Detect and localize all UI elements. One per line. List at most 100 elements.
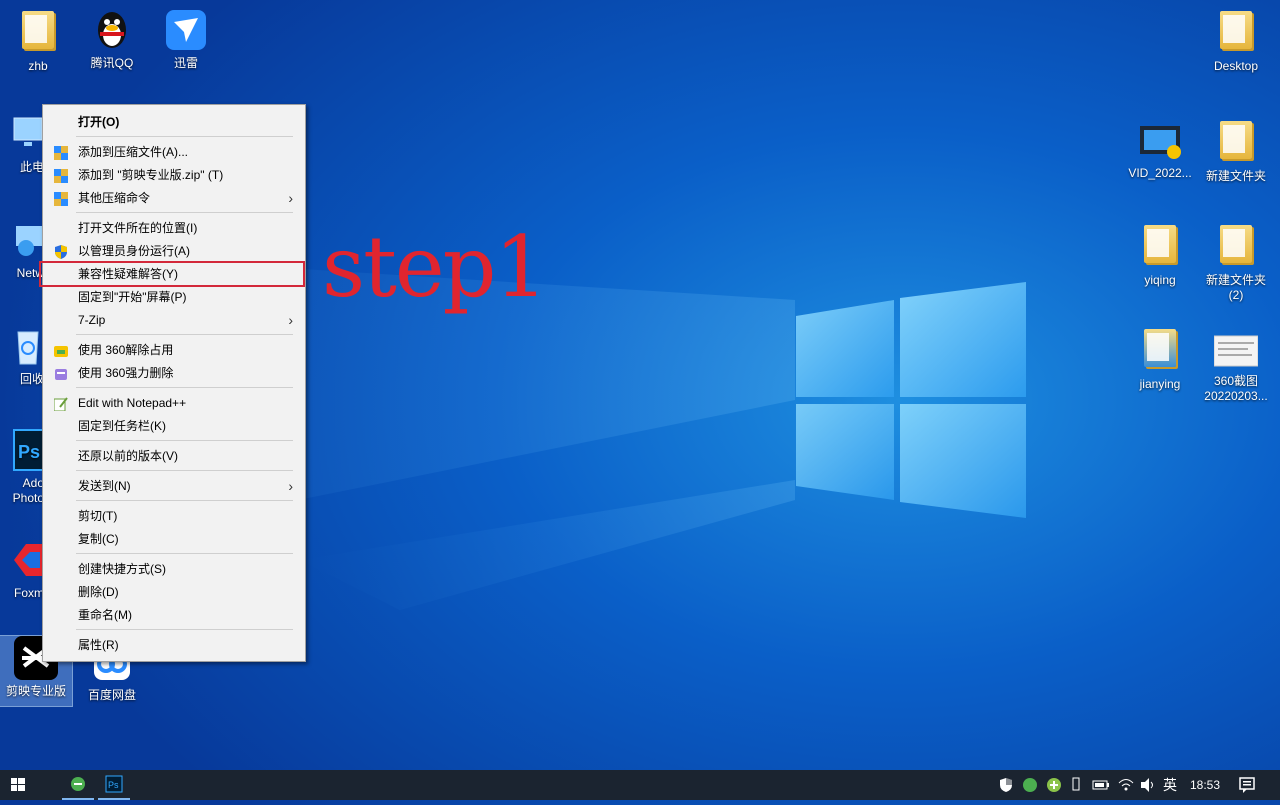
windows-start-icon <box>11 778 25 791</box>
action-center-button[interactable] <box>1232 770 1262 800</box>
menu-item-label: 以管理员身份运行(A) <box>78 244 190 258</box>
recycle-bin-icon <box>0 324 44 368</box>
notification-icon <box>1239 777 1255 793</box>
menu-item-label: 删除(D) <box>78 585 119 599</box>
desktop-icon-jianying-folder[interactable]: jianying <box>1122 326 1198 392</box>
folder-icon <box>1220 11 1252 49</box>
logo-pane-br <box>900 404 1026 518</box>
taskbar-360-browser[interactable] <box>62 770 94 800</box>
menu-item-label: Edit with Notepad++ <box>78 396 187 410</box>
desktop-icon-label: VID_2022... <box>1128 166 1192 180</box>
desktop-icon-label: Desktop <box>1213 59 1259 73</box>
menu-item-label: 添加到压缩文件(A)... <box>78 145 188 159</box>
menu-separator <box>76 334 293 335</box>
desktop-icon-label: jianying <box>1139 377 1181 391</box>
context-menu: 打开(O) 添加到压缩文件(A)... 添加到 "剪映专业版.zip" (T) … <box>39 104 306 662</box>
desktop-icon-qq[interactable]: 腾讯QQ <box>74 8 150 71</box>
menu-separator <box>76 553 293 554</box>
menu-item-rename[interactable]: 重命名(M) <box>45 604 303 626</box>
menu-item-notepad-plus[interactable]: Edit with Notepad++ <box>45 392 303 414</box>
menu-item-restore-versions[interactable]: 还原以前的版本(V) <box>45 445 303 467</box>
menu-item-label: 复制(C) <box>78 532 119 546</box>
desktop-icon-label: zhb <box>28 59 48 73</box>
menu-item-copy[interactable]: 复制(C) <box>45 528 303 550</box>
computer-icon <box>0 112 44 156</box>
xunlei-bird-icon <box>164 8 208 52</box>
menu-item-label: 7-Zip <box>78 313 106 327</box>
tray-clock[interactable]: 18:53 <box>1190 770 1220 800</box>
video-file-icon <box>1138 118 1182 162</box>
winrar-icon <box>54 191 68 206</box>
tray-wifi-icon[interactable] <box>1116 770 1136 800</box>
menu-item-send-to[interactable]: 发送到(N) › <box>45 475 303 497</box>
winrar-icon <box>54 168 68 183</box>
tray-360-guard-icon[interactable] <box>1044 770 1064 800</box>
menu-item-cut[interactable]: 剪切(T) <box>45 505 303 527</box>
folder-icon <box>1220 225 1252 263</box>
desktop-icon-label: Foxm <box>14 586 44 600</box>
desktop-icon-network[interactable]: Netw <box>0 218 44 281</box>
desktop-icon-label: 360截图 20220203... <box>1204 374 1268 403</box>
tray-security-icon[interactable] <box>996 770 1016 800</box>
desktop-icon-this-pc[interactable]: 此电 <box>0 112 44 175</box>
tray-ime-indicator[interactable]: 英 <box>1163 770 1177 800</box>
tray-usb-icon[interactable] <box>1068 770 1084 800</box>
menu-item-open-location[interactable]: 打开文件所在的位置(I) <box>45 217 303 239</box>
menu-item-other-compress[interactable]: 其他压缩命令 › <box>45 187 303 209</box>
start-button[interactable] <box>0 770 36 800</box>
taskbar: Ps 英 18:53 <box>0 770 1280 800</box>
desktop-icon-new-folder-2[interactable]: 新建文件夹 (2) <box>1198 222 1274 303</box>
desktop-icon-label: 新建文件夹 (2) <box>1205 273 1266 302</box>
tray-volume-icon[interactable] <box>1138 770 1158 800</box>
tray-battery-icon[interactable] <box>1090 770 1112 800</box>
desktop-icon-zhb[interactable]: zhb <box>0 8 76 74</box>
desktop-icon-foxmail[interactable]: Foxm <box>0 538 44 601</box>
desktop-icon-vid[interactable]: VID_2022... <box>1122 118 1198 181</box>
svg-text:Ps: Ps <box>108 780 119 790</box>
menu-item-pin-start[interactable]: 固定到"开始"屏幕(P) <box>45 286 303 308</box>
360-browser-icon <box>71 777 85 791</box>
menu-separator <box>76 387 293 388</box>
desktop-icon-360shot[interactable]: 360截图 20220203... <box>1198 326 1274 404</box>
menu-item-add-archive[interactable]: 添加到压缩文件(A)... <box>45 141 303 163</box>
desktop-icon-recycle[interactable]: 回收 <box>0 324 44 387</box>
menu-separator <box>76 136 293 137</box>
menu-item-delete[interactable]: 删除(D) <box>45 581 303 603</box>
desktop-icon-new-folder[interactable]: 新建文件夹 <box>1198 118 1274 184</box>
desktop-icon-label: 剪映专业版 <box>5 684 66 698</box>
desktop-icon-photoshop[interactable]: Ps Ado Photo <box>0 428 44 506</box>
winrar-icon <box>54 145 68 160</box>
menu-item-add-zip[interactable]: 添加到 "剪映专业版.zip" (T) <box>45 164 303 186</box>
menu-item-label: 固定到任务栏(K) <box>78 419 166 433</box>
menu-item-properties[interactable]: 属性(R) <box>45 634 303 656</box>
menu-item-label: 其他压缩命令 <box>78 191 151 205</box>
taskbar-photoshop[interactable]: Ps <box>98 770 130 800</box>
menu-item-label: 添加到 "剪映专业版.zip" (T) <box>78 168 224 182</box>
tray-360-icon[interactable] <box>1020 770 1040 800</box>
chevron-right-icon: › <box>288 312 293 328</box>
logo-pane-bl <box>796 404 894 500</box>
folder-icon <box>1144 225 1176 263</box>
annotation-step-label: step1 <box>322 218 548 316</box>
menu-item-run-as-admin[interactable]: 以管理员身份运行(A) <box>45 240 303 262</box>
desktop-icon-label: 此电 <box>19 160 44 174</box>
folder-icon <box>1220 121 1252 159</box>
menu-item-label: 打开(O) <box>78 115 120 129</box>
image-file-icon <box>1213 326 1259 370</box>
chevron-right-icon: › <box>288 478 293 494</box>
menu-item-7zip[interactable]: 7-Zip › <box>45 309 303 331</box>
desktop-icon-desktop[interactable]: Desktop <box>1198 8 1274 74</box>
menu-item-create-shortcut[interactable]: 创建快捷方式(S) <box>45 558 303 580</box>
desktop-icon-yiqing[interactable]: yiqing <box>1122 222 1198 288</box>
notepad-plus-icon <box>53 396 68 412</box>
menu-item-360-delete[interactable]: 使用 360强力删除 <box>45 362 303 384</box>
360-unlock-icon <box>54 343 68 357</box>
desktop-icon-label: 腾讯QQ <box>90 56 134 70</box>
photoshop-icon: Ps <box>0 428 44 472</box>
chevron-right-icon: › <box>288 190 293 206</box>
menu-item-label: 发送到(N) <box>78 479 131 493</box>
menu-item-open[interactable]: 打开(O) <box>45 111 303 133</box>
menu-item-pin-taskbar[interactable]: 固定到任务栏(K) <box>45 415 303 437</box>
desktop-icon-xunlei[interactable]: 迅雷 <box>148 8 224 71</box>
menu-item-360-unlock[interactable]: 使用 360解除占用 <box>45 339 303 361</box>
